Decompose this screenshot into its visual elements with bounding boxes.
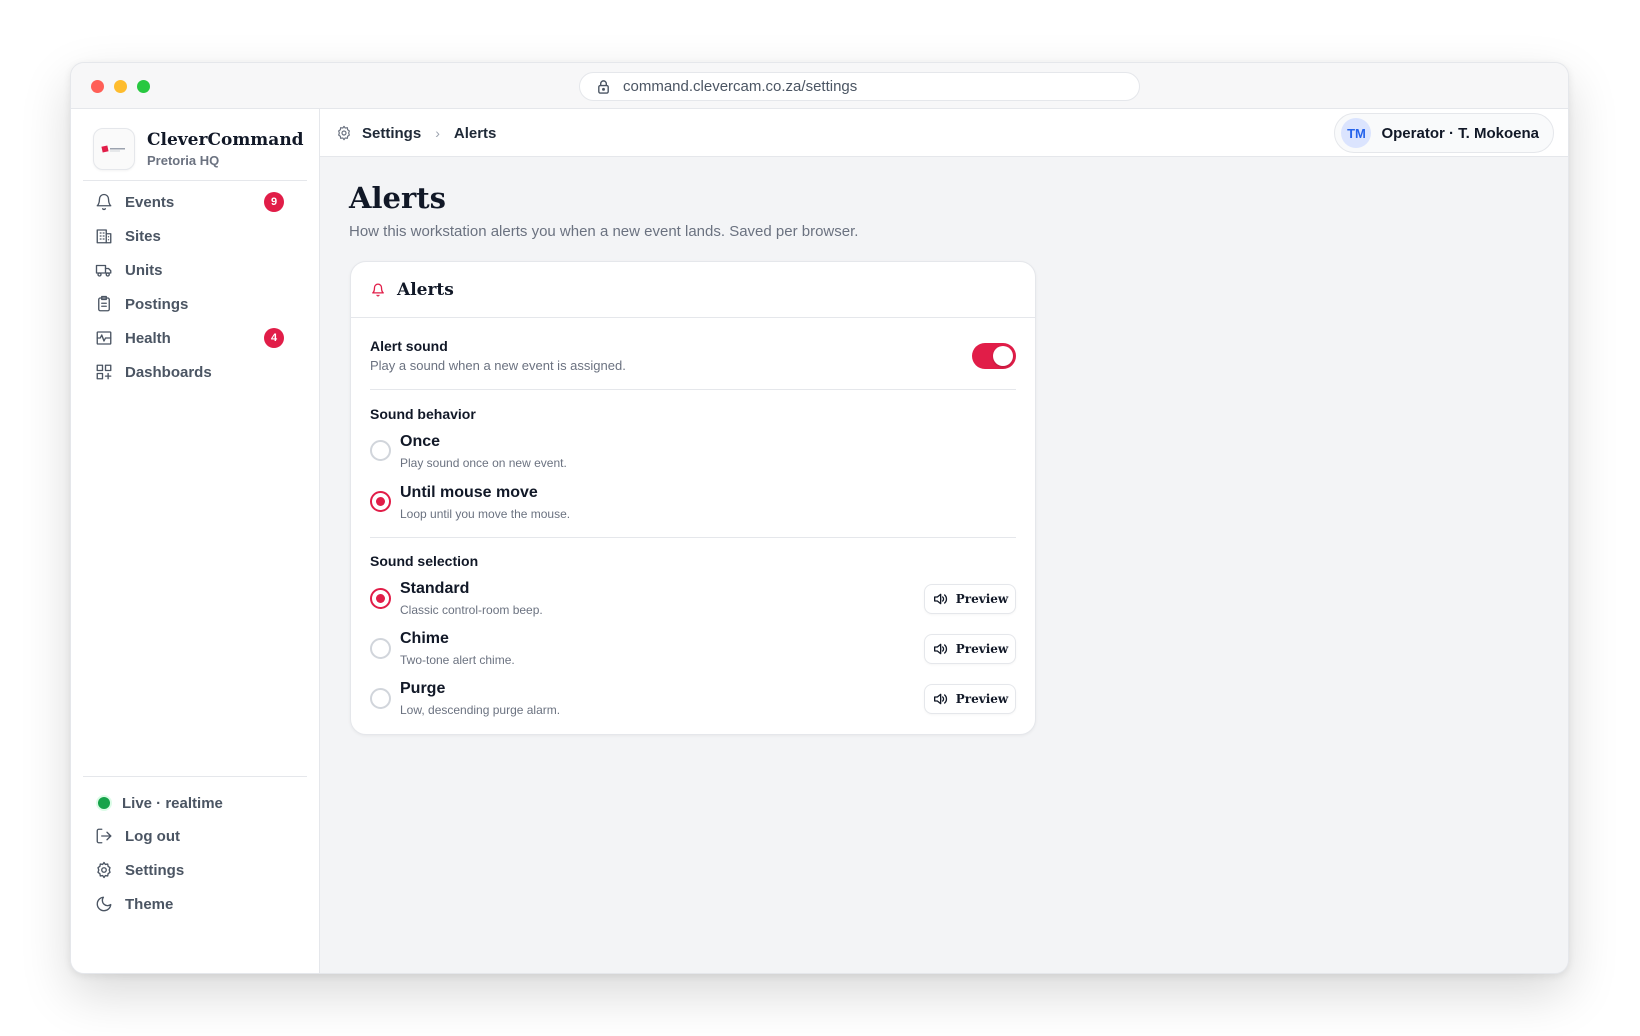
moon-icon [96, 896, 112, 912]
breadcrumb: Settings › Alerts [336, 109, 496, 157]
toggle-knob [993, 346, 1013, 366]
sound-selection-heading: Sound selection [370, 553, 479, 569]
sidebar-item-label: Events [125, 193, 175, 211]
preview-label: Preview [955, 642, 1009, 656]
sidebar-item-label: Postings [125, 295, 189, 313]
card-divider [370, 389, 1016, 390]
speaker-icon [933, 693, 947, 705]
sidebar-item-label: Health [125, 329, 171, 347]
option-once-title: Once [400, 433, 441, 450]
breadcrumb-alerts: Alerts [453, 124, 497, 142]
preview-label: Preview [955, 692, 1009, 706]
user-menu[interactable]: TM Operator · T. Mokoena [1334, 113, 1554, 153]
avatar: TM [1341, 118, 1372, 148]
brand-logo [93, 128, 135, 170]
address-bar[interactable]: command.clevercam.co.za/settings [579, 72, 1140, 101]
live-status-dot [98, 797, 110, 809]
brand-name: CleverCommand [147, 130, 304, 150]
settings-label: Settings [125, 861, 185, 879]
sidebar-footer-divider [83, 776, 307, 777]
browser-titlebar: command.clevercam.co.za/settings [71, 63, 1568, 109]
sidebar-item-settings[interactable]: Settings [83, 854, 296, 886]
live-status-label: Live · realtime [122, 794, 223, 812]
option-until-mouse-move-description: Loop until you move the mouse. [400, 507, 571, 521]
browser-window: command.clevercam.co.za/settings CleverC… [70, 62, 1569, 974]
speaker-icon [933, 593, 947, 605]
logo-icon [101, 145, 125, 153]
building-icon [96, 229, 112, 244]
option-chime-description: Two-tone alert chime. [400, 653, 515, 667]
card-title: Alerts [397, 279, 454, 300]
alerts-card: Alerts Alert sound Play a sound when a n… [350, 261, 1036, 735]
sidebar-item-label: Units [125, 261, 163, 279]
option-chime-title: Chime [400, 630, 449, 647]
main-content: Alerts How this workstation alerts you w… [320, 157, 1568, 973]
brand[interactable]: CleverCommand Pretoria HQ [93, 128, 304, 170]
sidebar-item-events[interactable]: Events 9 [83, 186, 296, 218]
radio-once[interactable] [370, 440, 391, 461]
sidebar-item-label: Sites [125, 227, 161, 245]
theme-label: Theme [125, 895, 174, 913]
activity-icon [96, 331, 112, 345]
alert-sound-toggle[interactable] [972, 343, 1016, 369]
option-purge-title: Purge [400, 680, 446, 697]
theme-toggle[interactable]: Theme [83, 888, 296, 920]
bell-icon [372, 283, 384, 296]
grid-plus-icon [96, 364, 112, 380]
sidebar-item-health[interactable]: Health 4 [83, 322, 296, 354]
sidebar-item-sites[interactable]: Sites [83, 220, 296, 252]
topbar: Settings › Alerts TM Operator · T. Mokoe… [320, 109, 1568, 157]
sound-behavior-heading: Sound behavior [370, 406, 476, 422]
user-name: Operator · T. Mokoena [1381, 124, 1539, 142]
breadcrumb-settings[interactable]: Settings [362, 125, 421, 142]
sidebar-item-postings[interactable]: Postings [83, 288, 296, 320]
option-once-description: Play sound once on new event. [400, 456, 567, 470]
page-subtitle: How this workstation alerts you when a n… [349, 223, 859, 240]
alert-sound-description: Play a sound when a new event is assigne… [370, 358, 626, 373]
sidebar-item-dashboards[interactable]: Dashboards [83, 356, 296, 388]
brand-location: Pretoria HQ [147, 153, 220, 168]
card-divider [370, 537, 1016, 538]
sidebar: CleverCommand Pretoria HQ Events 9 Sites… [71, 109, 320, 973]
logout-button[interactable]: Log out [83, 820, 296, 852]
preview-purge-button[interactable]: Preview [924, 684, 1016, 714]
preview-standard-button[interactable]: Preview [924, 584, 1016, 614]
close-window-button[interactable] [91, 80, 104, 93]
gear-icon [97, 861, 111, 879]
chevron-right-icon: › [435, 125, 440, 141]
option-until-mouse-move-title: Until mouse move [400, 484, 538, 501]
radio-standard[interactable] [370, 588, 391, 609]
health-count-badge: 4 [264, 328, 284, 348]
gear-icon [338, 125, 350, 141]
radio-chime[interactable] [370, 638, 391, 659]
page-title: Alerts [349, 181, 446, 215]
logout-label: Log out [125, 827, 180, 845]
bell-icon [96, 193, 112, 211]
events-count-badge: 9 [264, 192, 284, 212]
option-standard-title: Standard [400, 580, 470, 597]
preview-chime-button[interactable]: Preview [924, 634, 1016, 664]
sidebar-item-units[interactable]: Units [83, 254, 296, 286]
speaker-icon [933, 643, 947, 655]
minimize-window-button[interactable] [114, 80, 127, 93]
option-purge-description: Low, descending purge alarm. [400, 703, 561, 717]
option-standard-description: Classic control-room beep. [400, 603, 543, 617]
alert-sound-title: Alert sound [370, 338, 448, 354]
sidebar-item-label: Dashboards [125, 363, 212, 381]
preview-label: Preview [955, 592, 1009, 606]
live-status: Live · realtime [83, 787, 296, 819]
radio-purge[interactable] [370, 688, 391, 709]
logout-icon [96, 828, 112, 844]
clipboard-icon [98, 295, 110, 312]
url-text: command.clevercam.co.za/settings [623, 78, 858, 95]
lock-icon [598, 80, 609, 94]
card-header: Alerts [351, 262, 1035, 318]
truck-icon [95, 264, 112, 277]
maximize-window-button[interactable] [137, 80, 150, 93]
sidebar-divider [83, 180, 307, 181]
radio-until-mouse-move[interactable] [370, 491, 391, 512]
